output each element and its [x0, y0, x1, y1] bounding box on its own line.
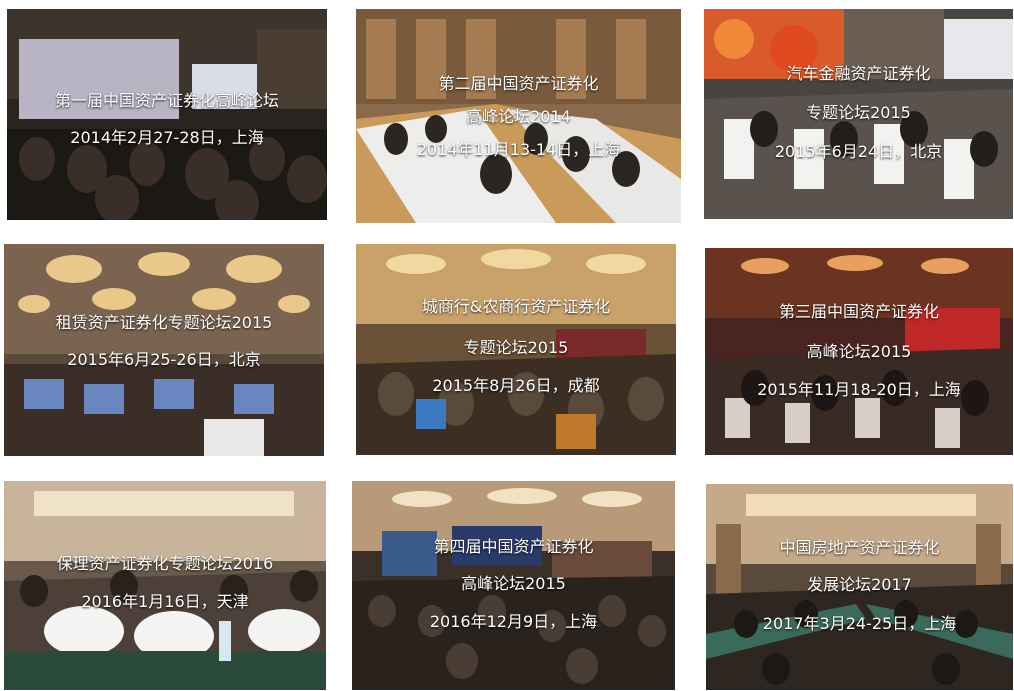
event-date-location: 2016年12月9日，上海 — [429, 612, 598, 631]
event-photo-7: 保理资产证券化专题论坛2016 2016年1月16日，天津 — [4, 481, 326, 690]
event-date-location: 2017年3月24-25日，上海 — [762, 614, 957, 633]
event-title-line2: 高峰论坛2014 — [466, 107, 571, 126]
event-title: 中国房地产资产证券化 — [779, 538, 940, 557]
event-photo-2: 第二届中国资产证券化 高峰论坛2014 2014年11月13-14日，上海 — [356, 9, 681, 223]
event-title: 保理资产证券化专题论坛2016 — [56, 554, 274, 573]
event-title: 租赁资产证券化专题论坛2015 — [55, 313, 273, 332]
event-photo-9: 中国房地产资产证券化 发展论坛2017 2017年3月24-25日，上海 — [706, 484, 1013, 690]
event-photo-5: 城商行&农商行资产证券化 专题论坛2015 2015年8月26日，成都 — [356, 244, 676, 455]
event-date-location: 2015年8月26日，成都 — [432, 376, 600, 395]
event-date-location: 2015年6月24日，北京 — [774, 142, 943, 161]
event-title: 第三届中国资产证券化 — [778, 302, 939, 321]
event-title-line2: 高峰论坛2015 — [806, 342, 912, 361]
event-title-line2: 专题论坛2015 — [806, 103, 911, 122]
event-date-location: 2015年6月25-26日，北京 — [67, 350, 261, 369]
event-photo-1: 第一届中国资产证券化高峰论坛 2014年2月27-28日，上海 — [7, 9, 327, 220]
event-date-location: 2015年11月18-20日，上海 — [757, 380, 961, 399]
event-date-location: 2014年11月13-14日，上海 — [416, 140, 621, 159]
conference-photo — [7, 9, 327, 220]
event-title-line2: 发展论坛2017 — [807, 575, 912, 594]
event-photo-8: 第四届中国资产证券化 高峰论坛2015 2016年12月9日，上海 — [352, 481, 675, 690]
event-photo-4: 租赁资产证券化专题论坛2015 2015年6月25-26日，北京 — [4, 244, 324, 456]
event-date-location: 2014年2月27-28日，上海 — [70, 128, 264, 147]
event-date-location: 2016年1月16日，天津 — [81, 592, 249, 611]
event-title: 第一届中国资产证券化高峰论坛 — [54, 91, 279, 110]
event-photo-6: 第三届中国资产证券化 高峰论坛2015 2015年11月18-20日，上海 — [705, 248, 1013, 455]
event-title-line2: 高峰论坛2015 — [461, 574, 566, 593]
event-photo-3: 汽车金融资产证券化 专题论坛2015 2015年6月24日，北京 — [704, 9, 1013, 219]
event-title-line2: 专题论坛2015 — [463, 338, 569, 357]
event-title: 第二届中国资产证券化 — [438, 74, 599, 93]
conference-photo — [4, 481, 326, 690]
event-title: 第四届中国资产证券化 — [433, 537, 594, 556]
event-title: 城商行&农商行资产证券化 — [421, 297, 611, 316]
event-title: 汽车金融资产证券化 — [786, 64, 931, 83]
